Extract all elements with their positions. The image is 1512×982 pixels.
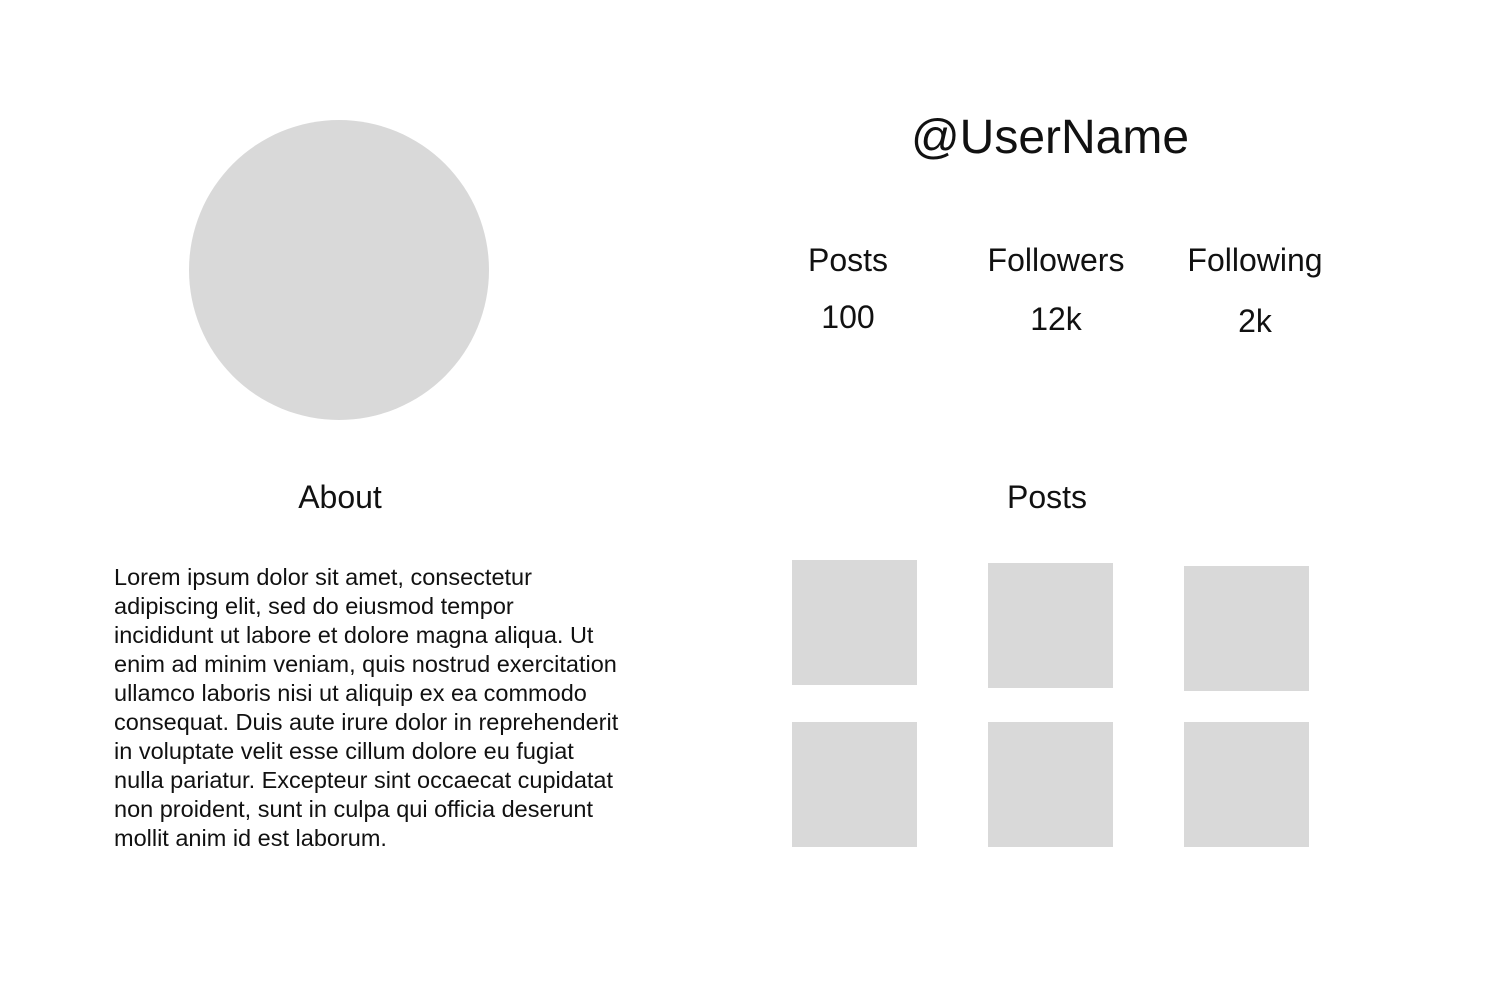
stat-posts-value: 100 [821,299,875,335]
posts-heading: Posts [1006,479,1088,515]
post-thumbnail[interactable] [988,563,1113,688]
avatar[interactable] [189,120,489,420]
stat-posts[interactable]: Posts 100 [748,240,948,337]
about-heading: About [298,479,382,515]
username: @UserName [910,111,1190,164]
stat-followers[interactable]: Followers 12k [956,240,1156,339]
stat-followers-value: 12k [1030,301,1082,337]
post-thumbnail[interactable] [792,560,917,685]
post-thumbnail[interactable] [988,722,1113,847]
post-thumbnail[interactable] [1184,566,1309,691]
about-text: Lorem ipsum dolor sit amet, consectetur … [114,564,619,851]
stat-following-value: 2k [1238,303,1272,339]
post-thumbnail[interactable] [1184,722,1309,847]
stat-posts-label: Posts [807,242,889,278]
post-thumbnail[interactable] [792,722,917,847]
stat-following-label: Following [1187,242,1323,278]
stat-followers-label: Followers [987,242,1125,278]
stat-following[interactable]: Following 2k [1155,240,1355,341]
